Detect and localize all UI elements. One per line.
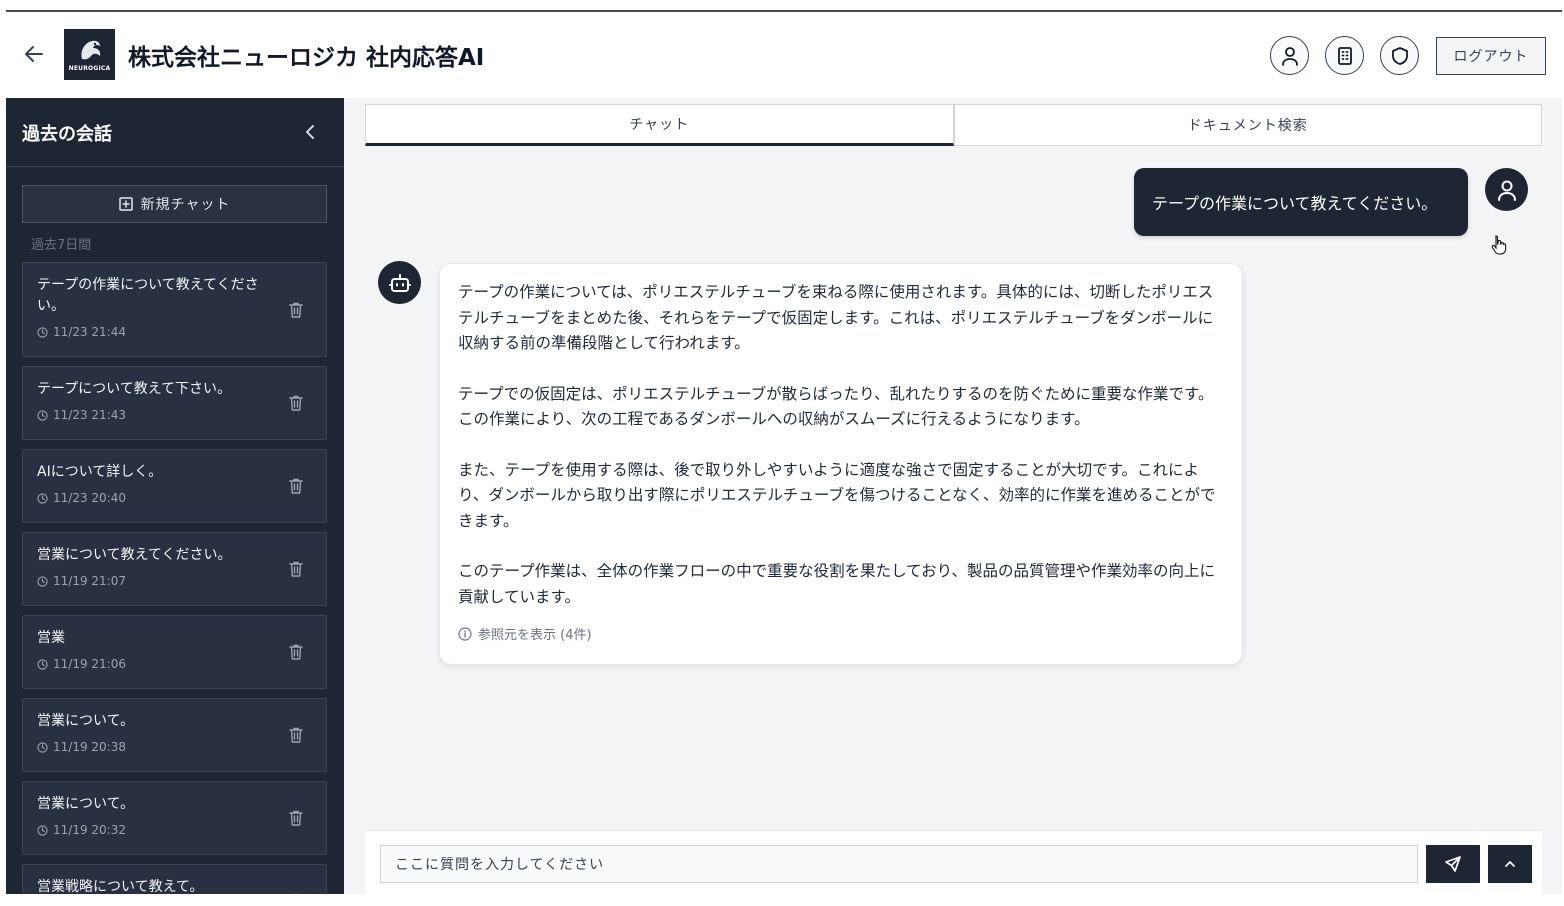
- conversation-title: AIについて詳しく。: [37, 464, 163, 480]
- sidebar-title: 過去の会話: [22, 124, 112, 145]
- conversation-time: 11/23 21:44: [37, 325, 276, 339]
- clock-icon: [37, 326, 48, 338]
- sidebar: 過去の会話 新規チャット 過去7日間 テープの作業について教えてください。 11…: [6, 98, 344, 894]
- conversation-item[interactable]: 営業について。 11/19 20:32: [22, 781, 327, 855]
- trash-icon[interactable]: [288, 477, 304, 495]
- clock-icon: [37, 409, 48, 421]
- tab-bar: チャット ドキュメント検索: [365, 104, 1542, 146]
- bot-paragraph: また、テープを使用する際は、後で取り外しやすいように適度な強さで固定することが大…: [458, 460, 1216, 530]
- tab-document-search[interactable]: ドキュメント検索: [953, 104, 1542, 146]
- logout-button[interactable]: ログアウト: [1436, 37, 1546, 75]
- user-icon: [1497, 180, 1516, 201]
- trash-icon[interactable]: [288, 643, 304, 661]
- trash-icon[interactable]: [288, 301, 304, 319]
- sidebar-header: 過去の会話: [6, 98, 344, 167]
- trash-icon[interactable]: [288, 809, 304, 827]
- info-icon: [458, 626, 472, 641]
- conversation-item[interactable]: 営業戦略について教えて。: [22, 864, 327, 894]
- conversation-time-text: 11/19 20:32: [53, 823, 126, 837]
- conversation-time: 11/23 21:43: [37, 408, 276, 422]
- bot-paragraph: テープの作業については、ポリエステルチューブを束ねる際に使用されます。具体的には…: [458, 283, 1214, 352]
- dragon-logo-icon: [80, 40, 100, 60]
- conversation-title: テープの作業について教えてください。: [37, 277, 259, 314]
- conversation-time: 11/23 20:40: [37, 491, 276, 505]
- expand-button[interactable]: [1488, 845, 1532, 883]
- hand-cursor-icon: [1491, 235, 1507, 255]
- conversation-title: 営業について教えてください。: [37, 547, 232, 563]
- clock-icon: [37, 824, 48, 836]
- trash-icon[interactable]: [288, 726, 304, 744]
- building-icon: [1337, 46, 1352, 65]
- conversation-title: 営業について。: [37, 796, 135, 812]
- trash-icon[interactable]: [288, 892, 304, 894]
- new-chat-button[interactable]: 新規チャット: [22, 185, 327, 223]
- conversation-title: テープについて教えて下さい。: [37, 381, 232, 397]
- conversation-item[interactable]: テープの作業について教えてください。 11/23 21:44: [22, 262, 327, 357]
- conversation-time-text: 11/19 21:07: [53, 574, 126, 588]
- input-bar: ここに質問を入力してください: [365, 830, 1542, 894]
- conversation-time-text: 11/19 21:06: [53, 657, 126, 671]
- conversation-title: 営業について。: [37, 713, 135, 729]
- trash-icon[interactable]: [288, 394, 304, 412]
- user-profile-button[interactable]: [1270, 36, 1309, 75]
- conversation-title: 営業: [37, 630, 65, 646]
- bot-avatar: [378, 261, 421, 304]
- conversation-time-text: 11/23 21:43: [53, 408, 126, 422]
- app-window: NEUROGICA 株式会社ニューロジカ 社内応答AI ログアウト 過去の会話 …: [6, 10, 1562, 894]
- conversation-time-text: 11/23 21:44: [53, 325, 126, 339]
- clock-icon: [37, 492, 48, 504]
- trash-icon[interactable]: [288, 560, 304, 578]
- header: NEUROGICA 株式会社ニューロジカ 社内応答AI ログアウト: [6, 12, 1562, 98]
- conversation-time: 11/19 20:32: [37, 823, 276, 837]
- main-panel: チャット ドキュメント検索 テープの作業について教えてください。 テープの作業に…: [344, 98, 1562, 894]
- tab-chat[interactable]: チャット: [365, 104, 954, 146]
- clock-icon: [37, 741, 48, 753]
- conversation-item[interactable]: AIについて詳しく。 11/23 20:40: [22, 449, 327, 523]
- conversation-item[interactable]: 営業について教えてください。 11/19 21:07: [22, 532, 327, 606]
- conversation-time-text: 11/23 20:40: [53, 491, 126, 505]
- bot-paragraph: このテープ作業は、全体の作業フローの中で重要な役割を果たしており、製品の品質管理…: [458, 562, 1216, 606]
- bot-paragraph: テープでの仮固定は、ポリエステルチューブが散らばったり、乱れたりするのを防ぐため…: [458, 384, 1214, 429]
- new-chat-label: 新規チャット: [140, 197, 231, 213]
- conversation-list: テープの作業について教えてください。 11/23 21:44 テープについて教え…: [22, 262, 327, 894]
- app-title: 株式会社ニューロジカ 社内応答AI: [128, 45, 485, 71]
- plus-square-icon: [118, 197, 133, 211]
- conversation-time: 11/19 20:38: [37, 740, 276, 754]
- user-avatar: [1485, 168, 1528, 211]
- send-icon: [1445, 856, 1461, 872]
- conversation-item[interactable]: 営業 11/19 21:06: [22, 615, 327, 689]
- section-label-past-7-days: 過去7日間: [31, 238, 92, 253]
- conversation-title: 営業戦略について教えて。: [37, 879, 204, 894]
- logo-text: NEUROGICA: [68, 65, 111, 72]
- conversation-item[interactable]: 営業について。 11/19 20:38: [22, 698, 327, 772]
- conversation-time: 11/19 21:06: [37, 657, 276, 671]
- chevron-up-icon: [1505, 861, 1515, 867]
- company-logo: NEUROGICA: [64, 29, 115, 80]
- show-references-link[interactable]: 参照元を表示 (4件): [458, 624, 1224, 643]
- conversation-time-text: 11/19 20:38: [53, 740, 126, 754]
- collapse-sidebar-button[interactable]: [302, 122, 318, 142]
- question-input[interactable]: ここに質問を入力してください: [380, 845, 1418, 883]
- user-message-bubble: テープの作業について教えてください。: [1134, 168, 1468, 236]
- organization-button[interactable]: [1325, 36, 1364, 75]
- references-label: 参照元を表示 (4件): [478, 628, 592, 643]
- chevron-left-icon: [306, 125, 314, 139]
- clock-icon: [37, 658, 48, 670]
- back-arrow-icon[interactable]: [20, 40, 48, 68]
- user-icon: [1281, 46, 1298, 66]
- robot-icon: [388, 273, 411, 292]
- conversation-item[interactable]: テープについて教えて下さい。 11/23 21:43: [22, 366, 327, 440]
- send-button[interactable]: [1426, 845, 1480, 883]
- bot-message-bubble: テープの作業については、ポリエステルチューブを束ねる際に使用されます。具体的には…: [439, 263, 1243, 665]
- admin-button[interactable]: [1380, 36, 1419, 75]
- clock-icon: [37, 575, 48, 587]
- shield-icon: [1391, 46, 1408, 65]
- conversation-time: 11/19 21:07: [37, 574, 276, 588]
